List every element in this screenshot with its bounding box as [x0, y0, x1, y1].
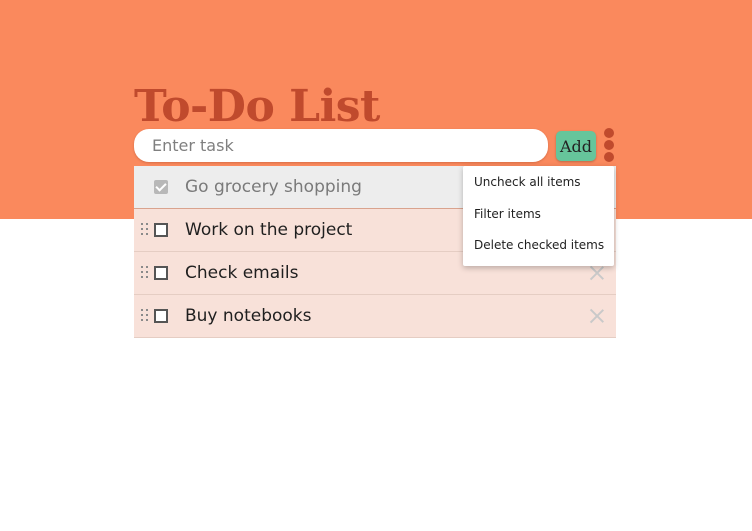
drag-handle-icon[interactable] — [141, 309, 149, 323]
options-menu: Uncheck all items Filter items Delete ch… — [463, 166, 614, 266]
menu-dot — [604, 152, 614, 162]
drag-handle-icon[interactable] — [141, 266, 149, 280]
menu-dot — [604, 128, 614, 138]
task-input[interactable] — [134, 129, 548, 162]
checkbox-icon[interactable] — [154, 309, 168, 323]
menu-dot — [604, 140, 614, 150]
menu-item-uncheck-all[interactable]: Uncheck all items — [474, 175, 581, 189]
menu-item-filter[interactable]: Filter items — [474, 207, 541, 221]
checkbox-icon[interactable] — [154, 266, 168, 280]
more-vertical-icon[interactable] — [603, 128, 615, 162]
task-label: Work on the project — [185, 220, 353, 240]
close-icon[interactable] — [590, 309, 604, 323]
close-icon[interactable] — [590, 266, 604, 280]
task-item[interactable]: Buy notebooks — [134, 295, 616, 338]
page-title: To-Do List — [134, 81, 380, 132]
drag-handle-icon[interactable] — [141, 223, 149, 237]
checkbox-icon[interactable] — [154, 223, 168, 237]
task-label: Check emails — [185, 263, 299, 283]
menu-item-delete-checked[interactable]: Delete checked items — [474, 238, 604, 252]
add-button[interactable]: Add — [556, 131, 596, 161]
checkbox-checked-icon[interactable] — [154, 180, 168, 194]
task-label: Buy notebooks — [185, 306, 312, 326]
task-label: Go grocery shopping — [185, 177, 362, 197]
